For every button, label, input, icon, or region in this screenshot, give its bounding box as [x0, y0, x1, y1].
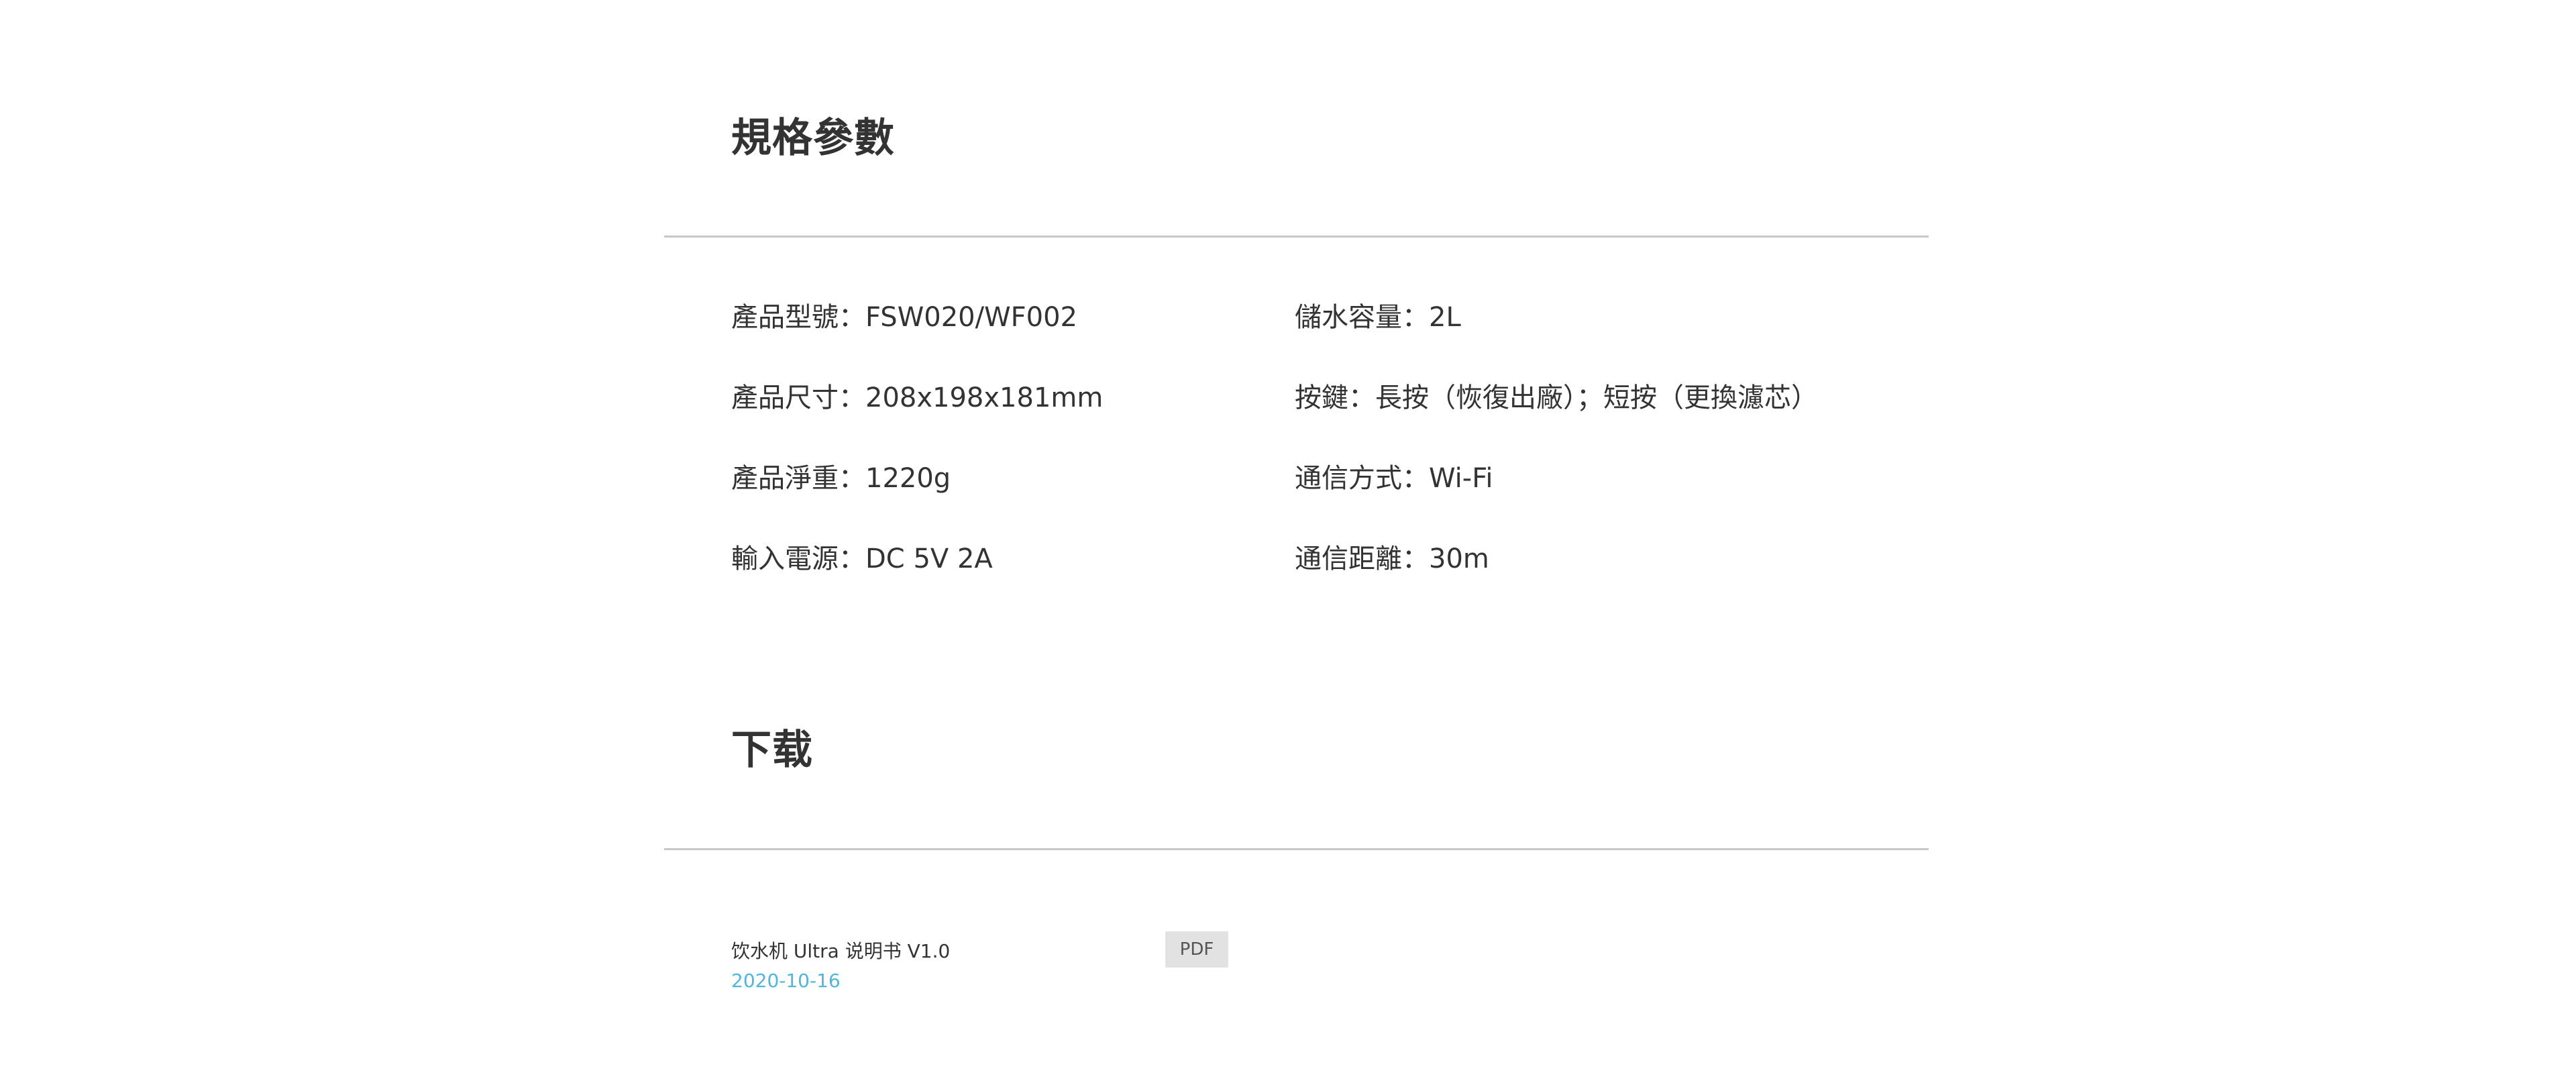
specs-divider: [664, 236, 1929, 238]
spec-value: 長按（恢復出廠）；短按（更換濾芯）: [1375, 382, 1818, 413]
spec-item-capacity: 儲水容量：2L: [1295, 304, 1461, 331]
spec-value: 208x198x181mm: [865, 382, 1104, 413]
spec-label: 通信距離：: [1295, 544, 1429, 574]
spec-item-connectivity: 通信方式：Wi-Fi: [1295, 465, 1493, 492]
spec-item-range: 通信距離：30m: [1295, 546, 1489, 572]
download-file-date: 2020-10-16: [731, 970, 841, 992]
download-divider: [664, 848, 1929, 850]
download-title: 下载: [731, 727, 813, 774]
spec-item-size: 產品尺寸：208x198x181mm: [731, 384, 1103, 411]
spec-item-power: 輸入電源：DC 5V 2A: [731, 546, 993, 572]
specs-title: 規格參數: [731, 115, 895, 162]
spec-label: 產品尺寸：: [731, 382, 865, 413]
spec-value: DC 5V 2A: [865, 544, 993, 574]
spec-value: 2L: [1429, 302, 1461, 333]
pdf-download-button[interactable]: PDF: [1165, 931, 1228, 968]
spec-item-model: 產品型號：FSW020/WF002: [731, 304, 1077, 331]
spec-value: 30m: [1429, 544, 1489, 574]
spec-value: FSW020/WF002: [865, 302, 1077, 333]
spec-item-weight: 產品淨重：1220g: [731, 465, 951, 492]
spec-label: 輸入電源：: [731, 544, 865, 574]
download-file-name[interactable]: 饮水机 Ultra 说明书 V1.0: [731, 942, 950, 961]
spec-label: 按鍵：: [1295, 382, 1375, 413]
spec-label: 儲水容量：: [1295, 302, 1429, 333]
specs-section: 規格參數 產品型號：FSW020/WF002 產品尺寸：208x198x181m…: [0, 0, 2576, 644]
spec-value: Wi-Fi: [1429, 463, 1493, 494]
spec-label: 產品型號：: [731, 302, 865, 333]
spec-item-buttons: 按鍵：長按（恢復出廠）；短按（更換濾芯）: [1295, 384, 1818, 411]
spec-value: 1220g: [865, 463, 951, 494]
spec-label: 通信方式：: [1295, 463, 1429, 494]
spec-label: 產品淨重：: [731, 463, 865, 494]
